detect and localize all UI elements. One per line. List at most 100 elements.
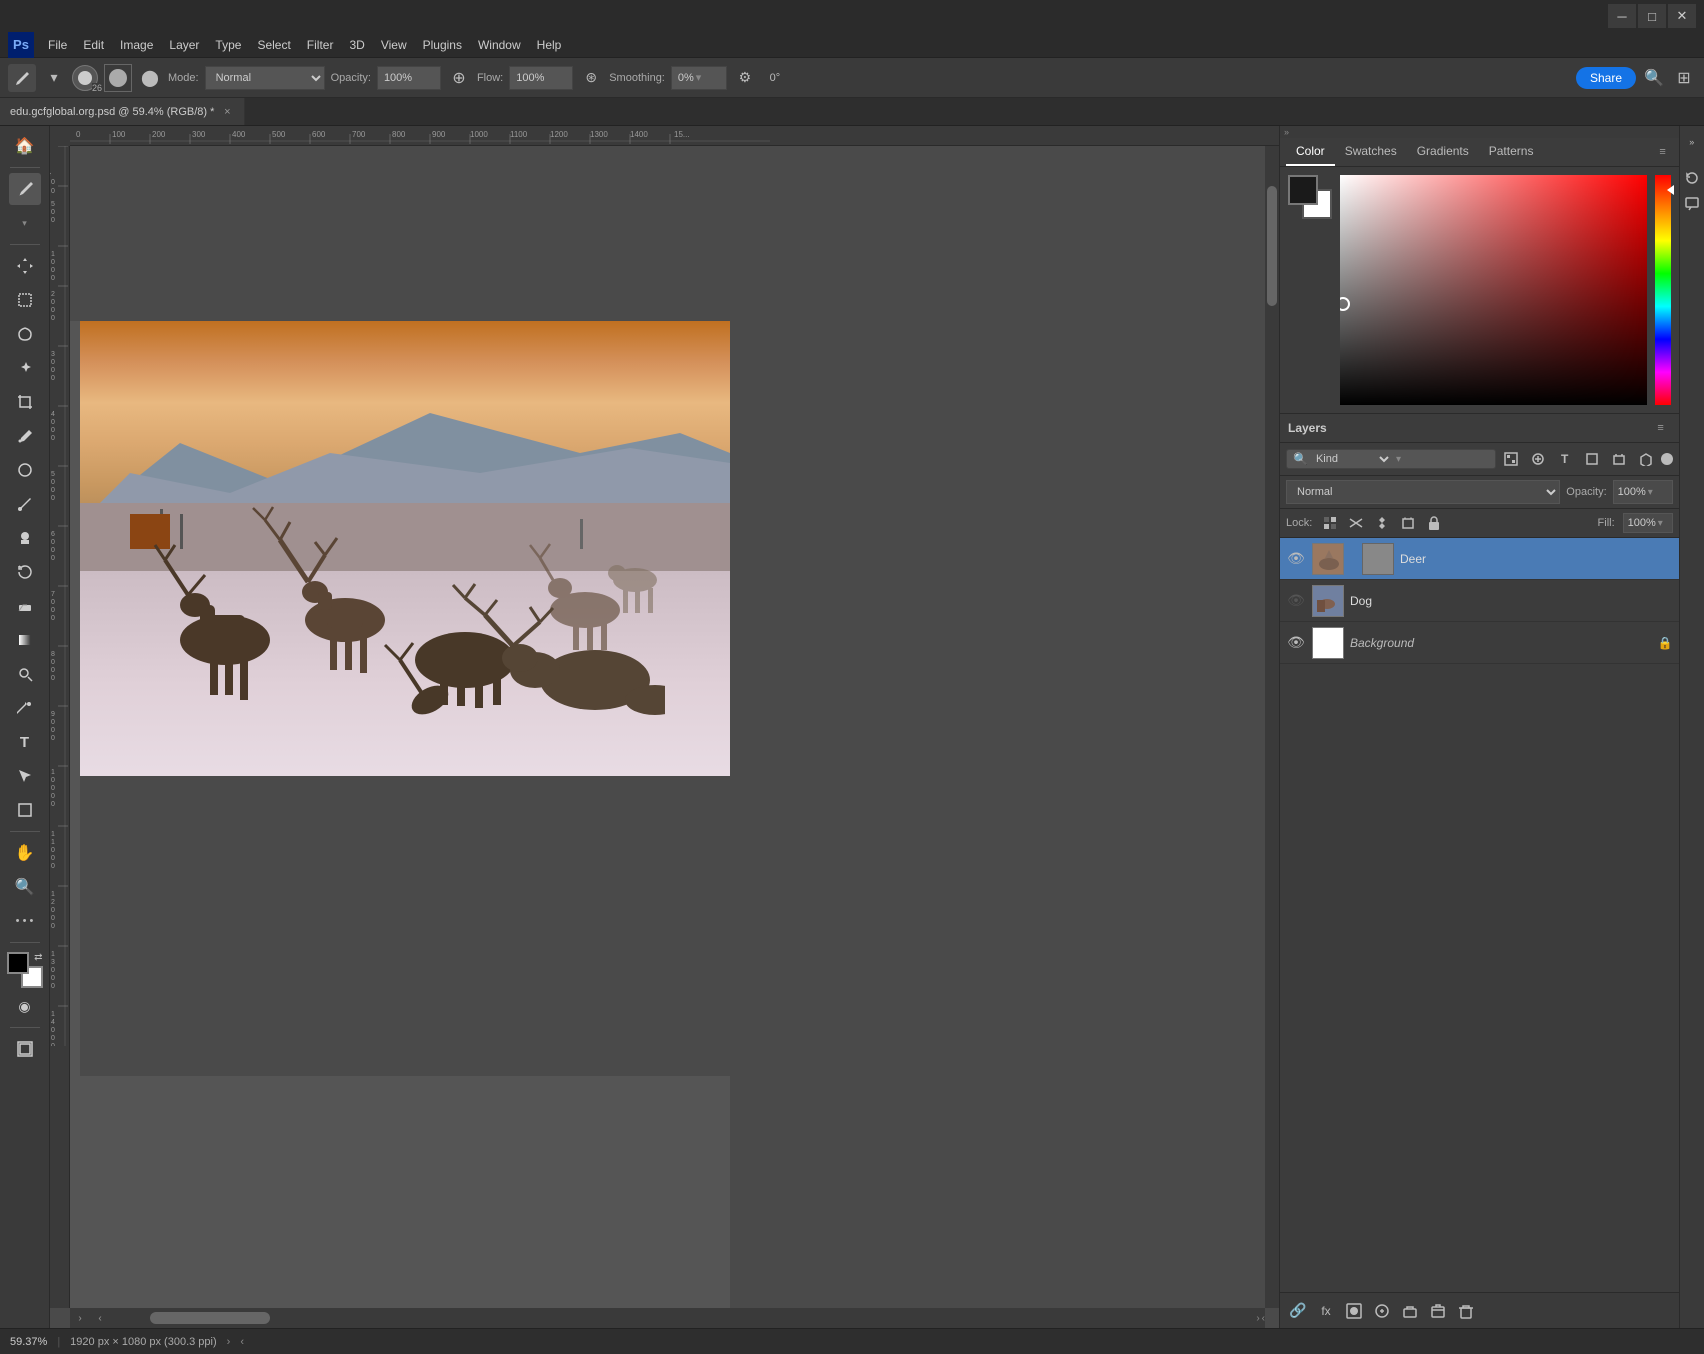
crop-tool[interactable] xyxy=(9,386,41,418)
opacity-input[interactable]: 100% xyxy=(377,66,441,90)
lock-artboard-icon[interactable] xyxy=(1397,512,1419,534)
gradient-tool[interactable] xyxy=(9,624,41,656)
eyedropper-tool[interactable] xyxy=(9,420,41,452)
layer-filter-shape-icon[interactable] xyxy=(1580,447,1604,471)
panel-icon-history[interactable] xyxy=(1680,166,1704,190)
layer-delete-icon[interactable] xyxy=(1454,1299,1478,1323)
layer-filter-dot[interactable] xyxy=(1661,453,1673,465)
color-gradient-field[interactable] xyxy=(1340,175,1647,405)
airbrush-icon[interactable]: ⊛ xyxy=(579,66,603,90)
brush-tool-icon[interactable] xyxy=(8,64,36,92)
layer-filter-type-icon[interactable]: T xyxy=(1553,447,1577,471)
brush-dropdown[interactable]: ▾ xyxy=(9,207,41,239)
rectangular-marquee-tool[interactable] xyxy=(9,284,41,316)
panel-icon-speech[interactable] xyxy=(1680,192,1704,216)
dodge-tool[interactable] xyxy=(9,658,41,690)
lock-image-icon[interactable] xyxy=(1345,512,1367,534)
opacity-value[interactable]: 100% ▾ xyxy=(1613,480,1673,504)
color-picker[interactable] xyxy=(1340,175,1647,405)
close-button[interactable]: ✕ xyxy=(1668,4,1696,28)
lasso-tool[interactable] xyxy=(9,318,41,350)
search-icon[interactable]: 🔍 xyxy=(1642,66,1666,90)
lock-all-icon[interactable] xyxy=(1423,512,1445,534)
screen-mode-icon[interactable] xyxy=(9,1033,41,1065)
layer-row-dog[interactable]: 👁 Dog xyxy=(1280,580,1679,622)
share-button[interactable]: Share xyxy=(1576,67,1636,89)
layer-visibility-dog[interactable]: 👁 xyxy=(1286,591,1306,611)
menu-plugins[interactable]: Plugins xyxy=(415,36,470,54)
hand-tool[interactable]: ✋ xyxy=(9,837,41,869)
history-brush-tool[interactable] xyxy=(9,556,41,588)
layer-filter-adjustment-icon[interactable] xyxy=(1526,447,1550,471)
horizontal-scrollbar[interactable]: › ‹ › ‹ xyxy=(70,1308,1265,1328)
magic-wand-tool[interactable] xyxy=(9,352,41,384)
layer-row-deer[interactable]: 👁 Deer xyxy=(1280,538,1679,580)
vertical-scroll-thumb[interactable] xyxy=(1267,186,1277,306)
swatches-tab[interactable]: Swatches xyxy=(1335,138,1407,166)
layer-visibility-deer[interactable]: 👁 xyxy=(1286,549,1306,569)
zoom-tool[interactable]: 🔍 xyxy=(9,871,41,903)
layer-group-icon[interactable] xyxy=(1398,1299,1422,1323)
path-select-tool[interactable] xyxy=(9,760,41,792)
layers-menu-button[interactable]: ≡ xyxy=(1651,418,1671,438)
shape-tool[interactable] xyxy=(9,794,41,826)
scroll-nav-right[interactable]: ‹ xyxy=(1262,1313,1265,1324)
active-tab[interactable]: edu.gcfglobal.org.psd @ 59.4% (RGB/8) * … xyxy=(0,98,245,125)
color-foreground-swatch[interactable] xyxy=(1288,175,1318,205)
always-use-pressure-icon[interactable]: ⊕ xyxy=(447,66,471,90)
home-tool[interactable]: 🏠 xyxy=(9,130,41,162)
lock-transparent-icon[interactable] xyxy=(1319,512,1341,534)
smoothing-settings-icon[interactable]: ⚙ xyxy=(733,66,757,90)
layers-kind-filter[interactable]: Kind xyxy=(1312,452,1392,466)
layer-mask-icon[interactable] xyxy=(1342,1299,1366,1323)
move-tool[interactable] xyxy=(9,250,41,282)
layer-row-background[interactable]: 👁 Background 🔒 xyxy=(1280,622,1679,664)
menu-layer[interactable]: Layer xyxy=(161,36,207,54)
patterns-tab[interactable]: Patterns xyxy=(1479,138,1544,166)
panel-collapse-top[interactable]: » xyxy=(1280,126,1679,138)
brush-tool[interactable] xyxy=(9,173,41,205)
brush-hardness-icon[interactable]: ⬤ xyxy=(138,66,162,90)
smoothing-input[interactable]: 0% ▾ xyxy=(671,66,727,90)
menu-filter[interactable]: Filter xyxy=(299,36,342,54)
menu-image[interactable]: Image xyxy=(112,36,161,54)
flow-input[interactable]: 100% xyxy=(509,66,573,90)
heal-tool[interactable] xyxy=(9,454,41,486)
layer-filter-artboard-icon[interactable] xyxy=(1607,447,1631,471)
layer-filter-smartobj-icon[interactable] xyxy=(1634,447,1658,471)
canvas-viewport[interactable] xyxy=(70,146,1265,1308)
scroll-left-arrow[interactable]: › xyxy=(70,1311,90,1325)
color-panel-menu-icon[interactable]: ≡ xyxy=(1653,142,1673,162)
quick-mask-mode[interactable]: ◉ xyxy=(9,990,41,1022)
menu-view[interactable]: View xyxy=(373,36,415,54)
menu-3d[interactable]: 3D xyxy=(341,36,372,54)
layer-new-icon[interactable] xyxy=(1426,1299,1450,1323)
type-tool[interactable]: T xyxy=(9,726,41,758)
switch-colors-icon[interactable]: ⇄ xyxy=(34,952,42,963)
layer-fx-icon[interactable]: fx xyxy=(1314,1299,1338,1323)
maximize-button[interactable]: □ xyxy=(1638,4,1666,28)
menu-edit[interactable]: Edit xyxy=(75,36,112,54)
tab-close-button[interactable]: × xyxy=(220,105,234,119)
stamp-tool[interactable] xyxy=(9,522,41,554)
horizontal-scroll-thumb[interactable] xyxy=(150,1312,270,1324)
pen-tool[interactable] xyxy=(9,692,41,724)
layer-filter-pixel-icon[interactable] xyxy=(1499,447,1523,471)
lock-position-icon[interactable] xyxy=(1371,512,1393,534)
status-arrow-left[interactable]: ‹ xyxy=(240,1336,244,1348)
hue-strip[interactable] xyxy=(1655,175,1671,405)
layer-adjustment-icon[interactable] xyxy=(1370,1299,1394,1323)
gradients-tab[interactable]: Gradients xyxy=(1407,138,1479,166)
status-arrow-right[interactable]: › xyxy=(227,1336,231,1348)
paint-brush-tool[interactable] xyxy=(9,488,41,520)
minimize-button[interactable]: ─ xyxy=(1608,4,1636,28)
color-tab[interactable]: Color xyxy=(1286,138,1335,166)
workspace-icon[interactable]: ⊞ xyxy=(1672,66,1696,90)
mode-select[interactable]: Normal xyxy=(205,66,325,90)
menu-select[interactable]: Select xyxy=(249,36,298,54)
extra-tools[interactable]: • • • xyxy=(9,905,41,937)
menu-file[interactable]: File xyxy=(40,36,75,54)
brush-shape-preview[interactable] xyxy=(104,64,132,92)
eraser-tool[interactable] xyxy=(9,590,41,622)
vertical-scrollbar[interactable] xyxy=(1265,146,1279,1308)
